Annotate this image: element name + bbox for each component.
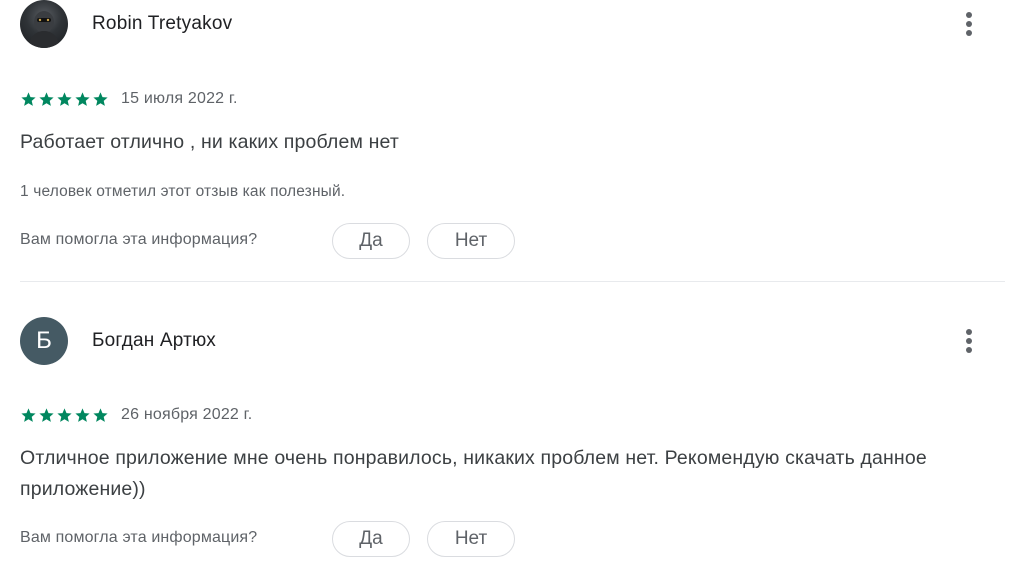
more-vert-icon [966,12,972,18]
more-options-button[interactable] [951,6,987,42]
helpful-yes-button[interactable]: Да [332,223,410,259]
user-photo-icon [28,11,60,48]
helpful-count: 1 человек отметил этот отзыв как полезны… [20,183,346,200]
star-icon [92,407,109,424]
author-name: Богдан Артюх [92,330,216,351]
star-icon [74,91,91,108]
star-icon [20,407,37,424]
helpful-question: Вам помогла эта информация? [20,529,258,546]
review-text: Отличное приложение мне очень понравилос… [20,447,927,500]
helpful-no-button[interactable]: Нет [427,521,515,557]
avatar [20,0,68,48]
more-options-button[interactable] [951,323,987,359]
more-vert-icon-dot [966,21,972,27]
helpful-question: Вам помогла эта информация? [20,231,258,248]
star-rating [20,407,109,424]
review-date: 15 июля 2022 г. [121,90,238,107]
star-icon [92,91,109,108]
review-header: Б Богдан Артюх [20,317,1005,367]
helpful-no-button[interactable]: Нет [427,223,515,259]
star-icon [38,407,55,424]
divider [20,281,1005,282]
avatar: Б [20,317,68,365]
star-icon [56,407,73,424]
star-icon [56,91,73,108]
helpful-row: Вам помогла эта информация? Да Нет [20,521,620,557]
star-icon [38,91,55,108]
author-name: Robin Tretyakov [92,13,233,34]
star-rating [20,91,109,108]
review-text: Работает отлично , ни каких проблем нет [20,131,399,153]
review-header: Robin Tretyakov [20,0,1005,50]
review-date: 26 ноября 2022 г. [121,406,253,423]
rating-line: 15 июля 2022 г. [20,88,238,110]
more-vert-icon-dot [966,30,972,36]
more-vert-icon-dot [966,338,972,344]
more-vert-icon-dot [966,347,972,353]
rating-line: 26 ноября 2022 г. [20,404,252,426]
star-icon [74,407,91,424]
star-icon [20,91,37,108]
more-vert-icon [966,329,972,335]
helpful-row: Вам помогла эта информация? Да Нет [20,223,620,259]
helpful-yes-button[interactable]: Да [332,521,410,557]
